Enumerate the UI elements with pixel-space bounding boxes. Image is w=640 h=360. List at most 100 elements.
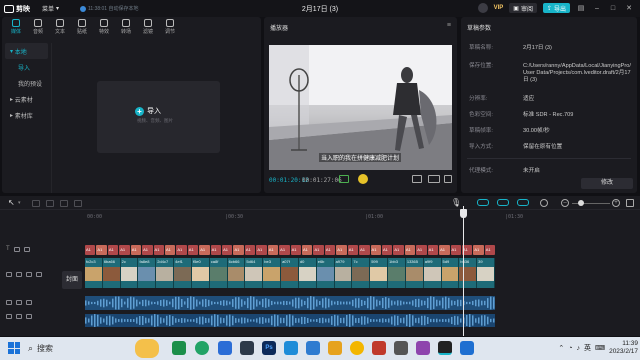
tab-audio[interactable]: 音频 bbox=[28, 17, 48, 39]
settings-icon[interactable] bbox=[394, 341, 408, 355]
tab-sticker[interactable]: 贴纸 bbox=[72, 17, 92, 39]
video-clip[interactable]: fc2c3 bbox=[85, 258, 103, 288]
eye-icon[interactable] bbox=[23, 246, 30, 252]
video-preview[interactable]: 当入职的我在拼健康减肥计划 bbox=[269, 45, 452, 170]
undo-icon[interactable] bbox=[32, 200, 40, 207]
video-clip[interactable]: a979 bbox=[334, 258, 353, 288]
text-clip[interactable]: A1 bbox=[347, 245, 359, 255]
text-clip[interactable]: A1 bbox=[199, 245, 210, 255]
tab-effects[interactable]: 特效 bbox=[94, 17, 114, 39]
text-clip[interactable]: A1 bbox=[324, 245, 336, 255]
select-cursor-icon[interactable]: ↖ bbox=[8, 198, 15, 207]
video-clip[interactable]: d0 bbox=[298, 258, 317, 288]
edge-icon[interactable] bbox=[218, 341, 232, 355]
audio-track-2[interactable] bbox=[85, 314, 495, 327]
tab-media[interactable]: 媒体 bbox=[6, 17, 26, 39]
video-clip[interactable]: 7c bbox=[352, 258, 371, 288]
review-button[interactable]: ▣ 审阅 bbox=[509, 3, 537, 13]
lock-icon[interactable] bbox=[16, 300, 22, 305]
text-clip[interactable]: A1 bbox=[267, 245, 279, 255]
text-clip[interactable]: A1 bbox=[142, 245, 153, 255]
audio-track-1[interactable] bbox=[85, 296, 495, 310]
link-icon[interactable] bbox=[477, 199, 489, 206]
speaker-icon[interactable] bbox=[36, 272, 42, 277]
video-clip[interactable]: 1bb3 bbox=[388, 258, 406, 288]
text-clip[interactable]: A1 bbox=[313, 245, 324, 255]
video-clip[interactable]: 599 bbox=[370, 258, 389, 288]
text-clip[interactable]: A1 bbox=[393, 245, 404, 255]
tab-adjust[interactable]: 调节 bbox=[160, 17, 180, 39]
video-clip[interactable]: be3 bbox=[263, 258, 282, 288]
text-clip[interactable]: A1 bbox=[450, 245, 461, 255]
lock-icon[interactable] bbox=[16, 314, 22, 319]
zoom-out-icon[interactable]: – bbox=[561, 199, 569, 207]
playhead[interactable] bbox=[463, 206, 464, 336]
sidebar-item-cloud[interactable]: ▸ 云素材 bbox=[2, 91, 51, 107]
text-clip[interactable]: A1 bbox=[381, 245, 393, 255]
split-icon[interactable] bbox=[60, 200, 68, 207]
mail-icon[interactable] bbox=[284, 341, 298, 355]
layout-icon[interactable]: ▤ bbox=[576, 4, 586, 12]
text-clip[interactable]: A1 bbox=[427, 245, 439, 255]
file-explorer-icon[interactable] bbox=[328, 341, 342, 355]
search-highlight-icon[interactable] bbox=[135, 339, 159, 358]
chrome-icon[interactable] bbox=[350, 341, 364, 355]
capcut-taskbar-icon[interactable] bbox=[438, 341, 452, 355]
text-clip[interactable]: A1 bbox=[439, 245, 450, 255]
microphone-icon[interactable]: 🎙 bbox=[451, 198, 461, 207]
video-clip[interactable]: 4ef1 bbox=[174, 258, 192, 288]
store-icon[interactable] bbox=[240, 341, 254, 355]
avatar[interactable] bbox=[477, 3, 488, 13]
text-clip[interactable]: A1 bbox=[290, 245, 302, 255]
sidebar-item-import[interactable]: 导入 bbox=[2, 59, 51, 75]
tab-text[interactable]: 文本 bbox=[50, 17, 70, 39]
timecode-icon[interactable] bbox=[339, 175, 349, 183]
redo-icon[interactable] bbox=[46, 200, 54, 207]
task-view-icon[interactable] bbox=[172, 341, 186, 355]
text-clip[interactable]: A1 bbox=[210, 245, 222, 255]
speaker-icon[interactable] bbox=[26, 314, 32, 319]
text-clip[interactable]: A1 bbox=[164, 245, 176, 255]
video-clip[interactable]: 2c bbox=[120, 258, 139, 288]
ime-icon[interactable]: ⌨ bbox=[595, 344, 605, 352]
sidebar-item-presets[interactable]: 我的预设 bbox=[2, 75, 51, 91]
text-clip[interactable]: A1 bbox=[370, 245, 381, 255]
video-clip[interactable]: 5d64 bbox=[245, 258, 264, 288]
photos-icon[interactable] bbox=[306, 341, 320, 355]
text-clip[interactable]: A1 bbox=[404, 245, 416, 255]
maximize-icon[interactable]: □ bbox=[608, 5, 618, 12]
video-clip[interactable]: fa8e8 bbox=[138, 258, 157, 288]
import-button[interactable]: + 导入 bbox=[135, 106, 161, 116]
video-clip[interactable]: a9f9 bbox=[423, 258, 442, 288]
video-clip[interactable]: 13365 bbox=[405, 258, 424, 288]
time-ruler[interactable]: 00:00 |00:30 |01:00 |01:30 bbox=[85, 211, 640, 221]
wechat-icon[interactable] bbox=[195, 341, 209, 355]
fit-icon[interactable] bbox=[626, 199, 634, 207]
import-dropzone[interactable]: + 导入 视频、音频、图片 bbox=[97, 81, 220, 153]
text-clip[interactable]: A1 bbox=[119, 245, 130, 255]
taskbar-search[interactable]: ⌕ 搜索 bbox=[26, 342, 130, 355]
sidebar-item-library[interactable]: ▸ 素材库 bbox=[2, 107, 51, 123]
linkage-icon[interactable] bbox=[517, 199, 529, 206]
video-clip[interactable]: 5d9 bbox=[441, 258, 460, 288]
ratio-icon[interactable] bbox=[428, 175, 440, 183]
video-clip[interactable]: e6b bbox=[316, 258, 335, 288]
video-clip[interactable]: 6ba66 bbox=[102, 258, 121, 288]
speaker-icon[interactable] bbox=[26, 300, 32, 305]
menu-button[interactable]: 菜单 ▾ bbox=[38, 4, 63, 13]
video-clip[interactable]: 2d4c7 bbox=[156, 258, 175, 288]
tab-filter[interactable]: 滤镜 bbox=[138, 17, 158, 39]
sidebar-item-local[interactable]: ▾ 本地 bbox=[5, 43, 48, 59]
more-icon[interactable]: ≡ bbox=[447, 22, 451, 29]
video-clip[interactable]: ca8f bbox=[209, 258, 228, 288]
vip-badge[interactable]: VIP bbox=[494, 5, 504, 11]
text-clip[interactable]: A1 bbox=[279, 245, 290, 255]
zoom-slider-handle[interactable] bbox=[578, 200, 584, 206]
play-icon[interactable] bbox=[358, 174, 368, 184]
text-clip[interactable]: A1 bbox=[256, 245, 267, 255]
text-clip[interactable]: A1 bbox=[96, 245, 107, 255]
text-clip[interactable]: A1 bbox=[187, 245, 199, 255]
chevron-down-icon[interactable]: ▾ bbox=[18, 200, 21, 206]
delete-icon[interactable] bbox=[74, 200, 82, 207]
app-icon[interactable] bbox=[372, 341, 386, 355]
